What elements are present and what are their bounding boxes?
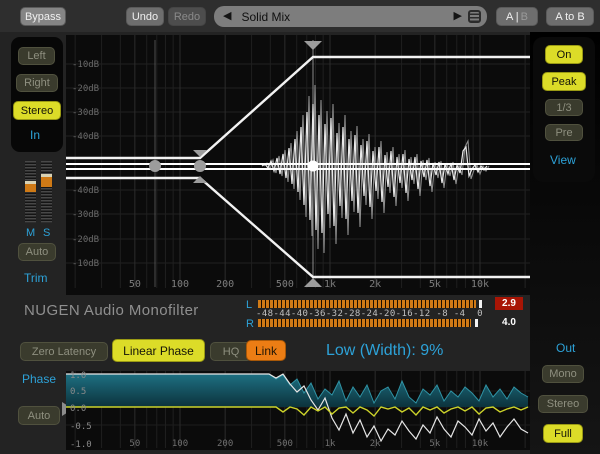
right-peak-marker [475, 319, 478, 327]
filter-graph-canvas[interactable]: -10dB -20dB -30dB -40dB -40dB -30dB -20dB -10dB… [66, 35, 530, 295]
ab-active-label: A | [506, 11, 519, 23]
out-mono-button[interactable]: Mono [542, 365, 584, 383]
svg-text:200: 200 [217, 439, 233, 449]
right-meter-label: R [246, 318, 254, 330]
input-right-button[interactable]: Right [16, 74, 58, 92]
filter-handle[interactable] [149, 160, 161, 172]
zero-latency-button[interactable]: Zero Latency [20, 342, 108, 361]
svg-text:500: 500 [276, 279, 294, 290]
svg-text:0.5: 0.5 [70, 387, 86, 397]
filter-envelope-lower[interactable] [66, 178, 530, 277]
preset-prev-icon[interactable]: ◀ [223, 11, 231, 22]
filter-graph[interactable]: -10dB -20dB -30dB -40dB -40dB -30dB -20dB -10dB… [66, 35, 530, 295]
link-button[interactable]: Link [246, 340, 286, 361]
trim-auto-button[interactable]: Auto [18, 243, 56, 261]
phase-graph[interactable]: 1.0 0.5 0.0 -0.5 -1.0 50 100 200 500 1k 2k 5k 10k [66, 371, 530, 450]
out-label: Out [556, 341, 575, 355]
in-label: In [30, 128, 40, 142]
preset-name: Solid Mix [241, 10, 453, 24]
redo-button[interactable]: Redo [168, 7, 206, 26]
linear-phase-button[interactable]: Linear Phase [112, 339, 205, 362]
preset-selector[interactable]: ◀ Solid Mix ▶ [214, 6, 487, 27]
input-left-button[interactable]: Left [18, 47, 55, 65]
svg-text:-10dB: -10dB [72, 259, 99, 269]
svg-text:-40dB: -40dB [72, 132, 99, 142]
undo-button[interactable]: Undo [126, 7, 164, 26]
svg-text:1.0: 1.0 [70, 371, 86, 381]
plugin-title: NUGEN Audio Monofilter [24, 302, 199, 319]
meter-pre-button[interactable]: Pre [545, 124, 583, 141]
svg-text:-30dB: -30dB [72, 210, 99, 220]
svg-text:-0.5: -0.5 [70, 422, 92, 432]
svg-text:2k: 2k [369, 279, 381, 290]
svg-text:5k: 5k [429, 279, 441, 290]
svg-text:500: 500 [277, 439, 293, 449]
out-stereo-button[interactable]: Stereo [538, 395, 588, 413]
svg-text:-10dB: -10dB [72, 60, 99, 70]
svg-text:-1.0: -1.0 [70, 440, 92, 450]
parameter-readout: Low (Width): 9% [326, 342, 443, 360]
svg-text:100: 100 [171, 279, 189, 290]
bypass-button[interactable]: Bypass [20, 7, 66, 26]
meter-peak-button[interactable]: Peak [542, 72, 586, 91]
svg-text:5k: 5k [429, 439, 440, 449]
left-peak-value[interactable]: 2.9 [495, 297, 523, 310]
monofilter-plugin-window: Bypass Undo Redo ◀ Solid Mix ▶ A | B A t… [0, 0, 600, 454]
svg-text:10k: 10k [471, 279, 489, 290]
meter-scale: -48-44-40-36-32-28-24-20-16-12 -8 -4 0 [256, 309, 483, 319]
ab-compare-button[interactable]: A | B [496, 7, 538, 26]
left-level-meter [258, 300, 476, 308]
preset-list-icon[interactable] [468, 10, 481, 23]
svg-text:100: 100 [172, 439, 188, 449]
svg-text:0.0: 0.0 [70, 404, 86, 414]
svg-text:2k: 2k [370, 439, 381, 449]
mid-trim-meter[interactable] [25, 161, 36, 223]
svg-text:-20dB: -20dB [72, 84, 99, 94]
phase-auto-button[interactable]: Auto [18, 406, 60, 425]
meter-third-octave-button[interactable]: 1/3 [545, 99, 583, 116]
ab-inactive-label: B [521, 11, 528, 23]
right-level-meter [258, 319, 471, 327]
meter-on-button[interactable]: On [545, 45, 583, 64]
svg-text:50: 50 [129, 279, 141, 290]
left-meter-label: L [246, 299, 252, 311]
left-peak-marker [479, 300, 482, 308]
filter-handle[interactable] [194, 160, 206, 172]
a-to-b-button[interactable]: A to B [546, 7, 594, 26]
svg-text:-40dB: -40dB [72, 186, 99, 196]
preset-next-icon[interactable]: ▶ [454, 11, 462, 22]
svg-text:1k: 1k [325, 439, 336, 449]
side-trim-meter[interactable] [41, 161, 52, 223]
out-full-button[interactable]: Full [543, 424, 583, 443]
input-stereo-button[interactable]: Stereo [13, 101, 61, 120]
svg-text:-20dB: -20dB [72, 235, 99, 245]
mid-meter-label: M [26, 227, 35, 239]
trim-label: Trim [24, 271, 48, 285]
svg-text:10k: 10k [472, 439, 489, 449]
view-label: View [550, 153, 576, 167]
svg-text:-30dB: -30dB [72, 108, 99, 118]
phase-graph-canvas[interactable]: 1.0 0.5 0.0 -0.5 -1.0 50 100 200 500 1k 2k 5k 10k [66, 371, 530, 450]
svg-text:50: 50 [129, 439, 140, 449]
side-meter-label: S [43, 227, 50, 239]
right-peak-value[interactable]: 4.0 [495, 316, 523, 329]
phase-label: Phase [22, 372, 56, 386]
filter-handle[interactable] [308, 161, 319, 172]
svg-text:200: 200 [216, 279, 234, 290]
svg-text:1k: 1k [324, 279, 336, 290]
